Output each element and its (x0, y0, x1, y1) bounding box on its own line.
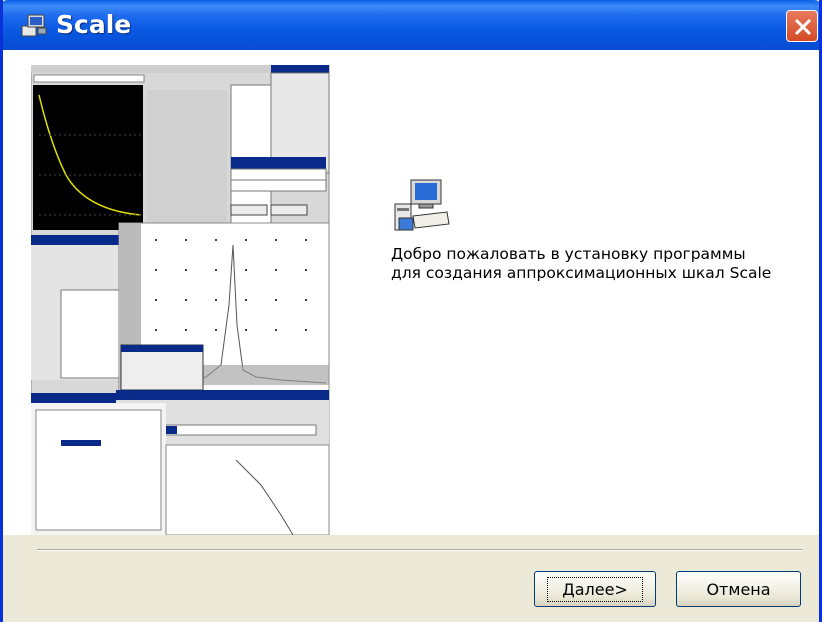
cancel-button[interactable]: Отмена (676, 571, 801, 607)
welcome-message: Добро пожаловать в установку программы д… (391, 245, 811, 283)
next-button[interactable]: Далее> (534, 571, 656, 607)
welcome-line-2: для создания аппроксимационных шкал Scal… (391, 264, 772, 282)
cancel-button-label: Отмена (706, 579, 771, 599)
separator (37, 549, 802, 551)
installer-icon (20, 12, 48, 38)
welcome-line-1: Добро пожаловать в установку программы (391, 245, 746, 263)
program-preview-image (31, 65, 331, 535)
window-title: Scale (56, 10, 132, 39)
next-button-label: Далее> (547, 576, 643, 602)
installer-window: Scale Добро пожаловать в установку прогр… (0, 0, 822, 622)
title-bar[interactable]: Scale (3, 0, 819, 50)
setup-computer-icon (391, 178, 451, 238)
wizard-content: Добро пожаловать в установку программы д… (3, 50, 819, 535)
close-icon (794, 18, 812, 36)
close-button[interactable] (786, 10, 818, 42)
